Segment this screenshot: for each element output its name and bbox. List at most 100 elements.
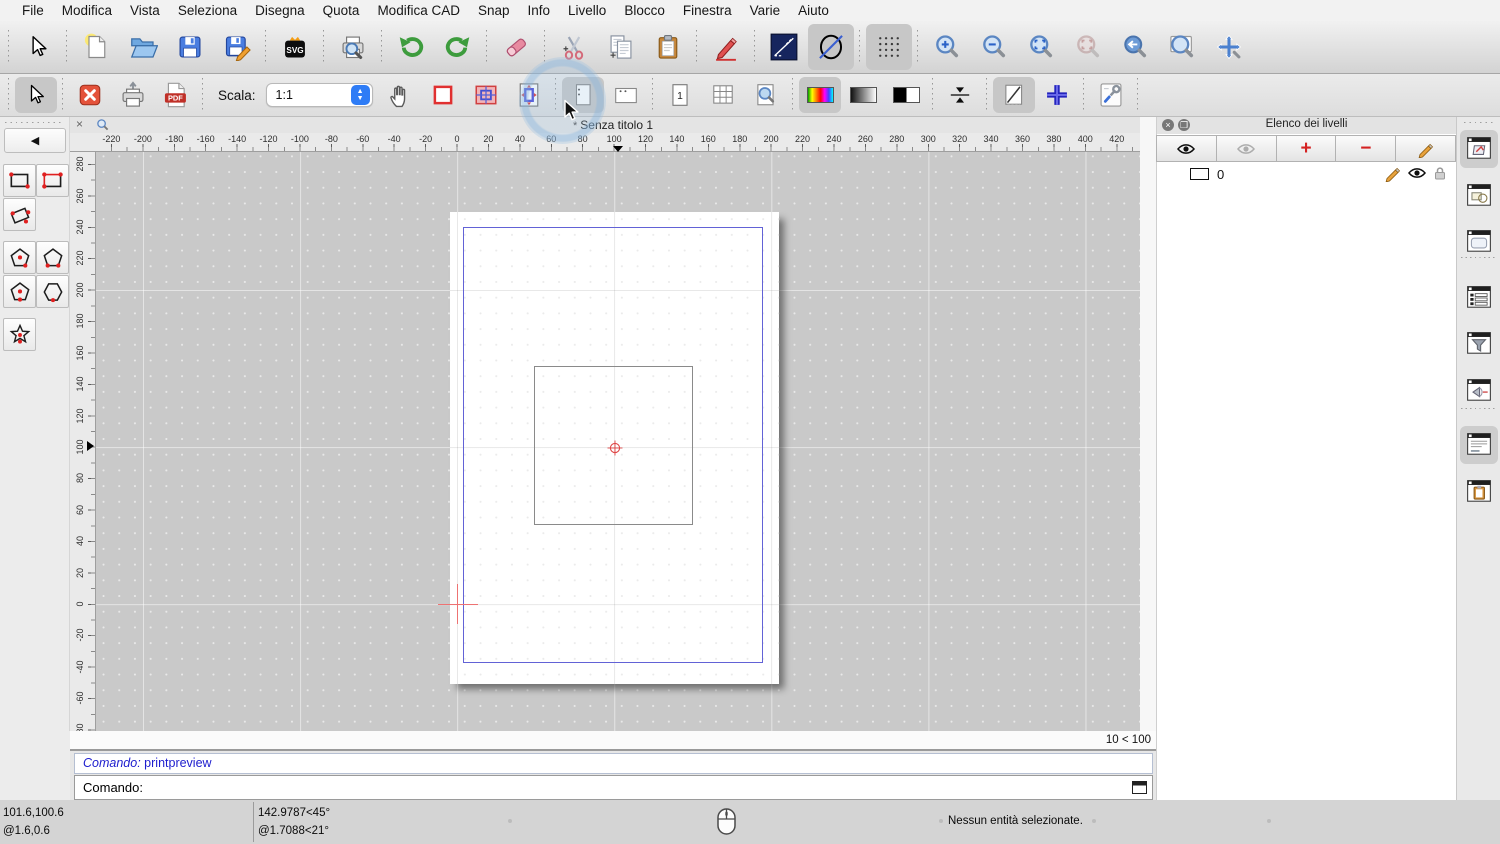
menu-item-info[interactable]: Info — [519, 3, 560, 18]
menu-item-vista[interactable]: Vista — [121, 3, 169, 18]
panel-float-icon[interactable]: ❐ — [1178, 119, 1190, 131]
detach-command-icon[interactable] — [1132, 781, 1147, 797]
d-filter-button[interactable] — [1460, 325, 1498, 363]
menu-item-varie[interactable]: Varie — [741, 3, 790, 18]
undo-button[interactable] — [388, 24, 434, 70]
menu-item-quota[interactable]: Quota — [314, 3, 369, 18]
rect-red-button[interactable] — [422, 77, 464, 113]
menu-item-snap[interactable]: Snap — [469, 3, 519, 18]
stepper-icon[interactable]: ▲▼ — [351, 85, 370, 105]
redo-button[interactable] — [435, 24, 481, 70]
gray-bar-button[interactable] — [842, 77, 884, 113]
new-doc-button[interactable] — [73, 24, 119, 70]
save-as-button[interactable] — [214, 24, 260, 70]
fit-height-button[interactable] — [939, 77, 981, 113]
zoom-in-button[interactable] — [924, 24, 970, 70]
d-list-button[interactable] — [1460, 279, 1498, 317]
print-preview-button[interactable] — [330, 24, 376, 70]
grid-dots-button[interactable] — [866, 24, 912, 70]
d-plugin-button[interactable] — [1460, 372, 1498, 410]
t-rect3-button[interactable] — [36, 164, 69, 197]
menu-item-modifica-cad[interactable]: Modifica CAD — [368, 3, 469, 18]
panel-drag-handle[interactable] — [5, 120, 61, 126]
color-bar-button[interactable] — [799, 77, 841, 113]
t-pent-cc-button[interactable] — [3, 241, 36, 274]
t-pent-2c-button[interactable] — [36, 241, 69, 274]
close-button[interactable] — [69, 77, 111, 113]
draft-page-button[interactable] — [993, 77, 1035, 113]
menu-item-disegna[interactable]: Disegna — [246, 3, 314, 18]
minus-red-button[interactable]: − — [1335, 135, 1396, 162]
svg-button[interactable]: SVG — [272, 24, 318, 70]
pointer-button[interactable] — [15, 24, 61, 70]
t-pent-cs-button[interactable] — [3, 275, 36, 308]
toolbar-separator — [790, 77, 797, 113]
line-widget-button[interactable] — [761, 24, 807, 70]
paste-button[interactable] — [645, 24, 691, 70]
d-layers-button[interactable] — [1460, 130, 1498, 168]
layer-edit-pencil-icon[interactable] — [1384, 164, 1402, 185]
zoom-window-button[interactable] — [1159, 24, 1205, 70]
hand-button[interactable] — [379, 77, 421, 113]
d-clip-button[interactable] — [1460, 473, 1498, 511]
menu-item-aiuto[interactable]: Aiuto — [789, 3, 838, 18]
page-landscape-button[interactable] — [605, 77, 647, 113]
pen-button[interactable] — [703, 24, 749, 70]
ellipse-widget-button[interactable] — [808, 24, 854, 70]
zoom-out-button[interactable] — [971, 24, 1017, 70]
layer-row[interactable]: 0 — [1157, 164, 1456, 184]
plus-red-button[interactable]: + — [1276, 135, 1337, 162]
scale-widget: Scala: 1:1 ▲▼ — [218, 83, 373, 107]
panel-close-icon[interactable]: × — [1162, 119, 1174, 131]
tab-title[interactable]: *Senza titolo 1 — [573, 118, 653, 132]
zoom-page-button[interactable] — [745, 77, 787, 113]
print-button[interactable] — [112, 77, 154, 113]
select-button[interactable] — [15, 77, 57, 113]
pencil-button[interactable] — [1395, 135, 1456, 162]
tools-back-button[interactable]: ◀ — [4, 128, 66, 153]
menu-item-file[interactable]: File — [13, 3, 53, 18]
dock-drag-handle[interactable] — [1464, 120, 1494, 125]
t-star-button[interactable] — [3, 318, 36, 351]
layer-lock-icon[interactable] — [1432, 165, 1448, 184]
menu-item-finestra[interactable]: Finestra — [674, 3, 741, 18]
eye-button[interactable] — [1156, 135, 1217, 162]
settings-button[interactable] — [1090, 77, 1132, 113]
t-hex-button[interactable] — [36, 275, 69, 308]
v-ruler-label: 40 — [72, 531, 88, 551]
d-cmd-button[interactable] — [1460, 426, 1498, 464]
layer-color-swatch[interactable] — [1190, 168, 1209, 180]
command-input[interactable]: Comando: — [74, 775, 1153, 800]
save-button[interactable] — [167, 24, 213, 70]
eraser-button[interactable] — [493, 24, 539, 70]
eye-gray-button[interactable] — [1216, 135, 1277, 162]
t-rect2-button[interactable] — [3, 164, 36, 197]
layer-visible-eye-icon[interactable] — [1407, 166, 1427, 183]
menu-item-modifica[interactable]: Modifica — [53, 3, 121, 18]
h-ruler-label: -20 — [419, 134, 432, 144]
cut-button[interactable] — [551, 24, 597, 70]
h-ruler-label: 120 — [638, 134, 653, 144]
tile-grid-button[interactable] — [465, 77, 507, 113]
h-ruler-label: 340 — [984, 134, 999, 144]
zoom-prev-button[interactable] — [1112, 24, 1158, 70]
page-1-button[interactable]: 1 — [659, 77, 701, 113]
blue-plus-button[interactable] — [1036, 77, 1078, 113]
multipage-button[interactable] — [702, 77, 744, 113]
pdf-button[interactable]: PDF — [155, 77, 197, 113]
menu-item-seleziona[interactable]: Seleziona — [169, 3, 246, 18]
copy-button[interactable] — [598, 24, 644, 70]
zoom-pan-button[interactable] — [1206, 24, 1252, 70]
page-portrait-button[interactable] — [562, 77, 604, 113]
bw-bar-button[interactable] — [885, 77, 927, 113]
menu-item-livello[interactable]: Livello — [559, 3, 615, 18]
drawing-canvas[interactable] — [96, 152, 1140, 731]
zoom-auto-button[interactable] — [1018, 24, 1064, 70]
tab-close-icon[interactable]: × — [76, 117, 83, 131]
t-rectrot-button[interactable] — [3, 198, 36, 231]
menu-item-blocco[interactable]: Blocco — [615, 3, 674, 18]
scale-combobox[interactable]: 1:1 ▲▼ — [266, 83, 373, 107]
open-button[interactable] — [120, 24, 166, 70]
fit-page-button[interactable] — [508, 77, 550, 113]
d-blocks-button[interactable] — [1460, 177, 1498, 215]
